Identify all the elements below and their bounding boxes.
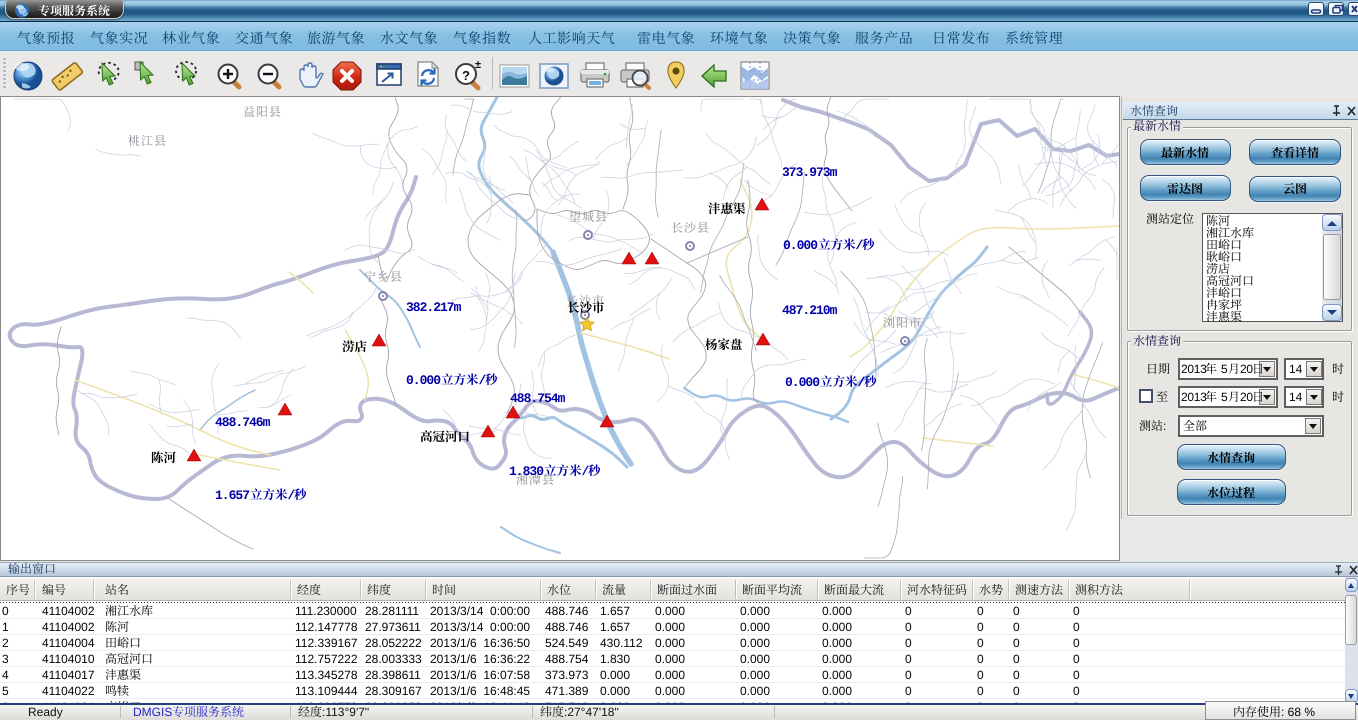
svg-text:±: ± xyxy=(475,59,481,71)
svg-text:?: ? xyxy=(462,68,470,83)
